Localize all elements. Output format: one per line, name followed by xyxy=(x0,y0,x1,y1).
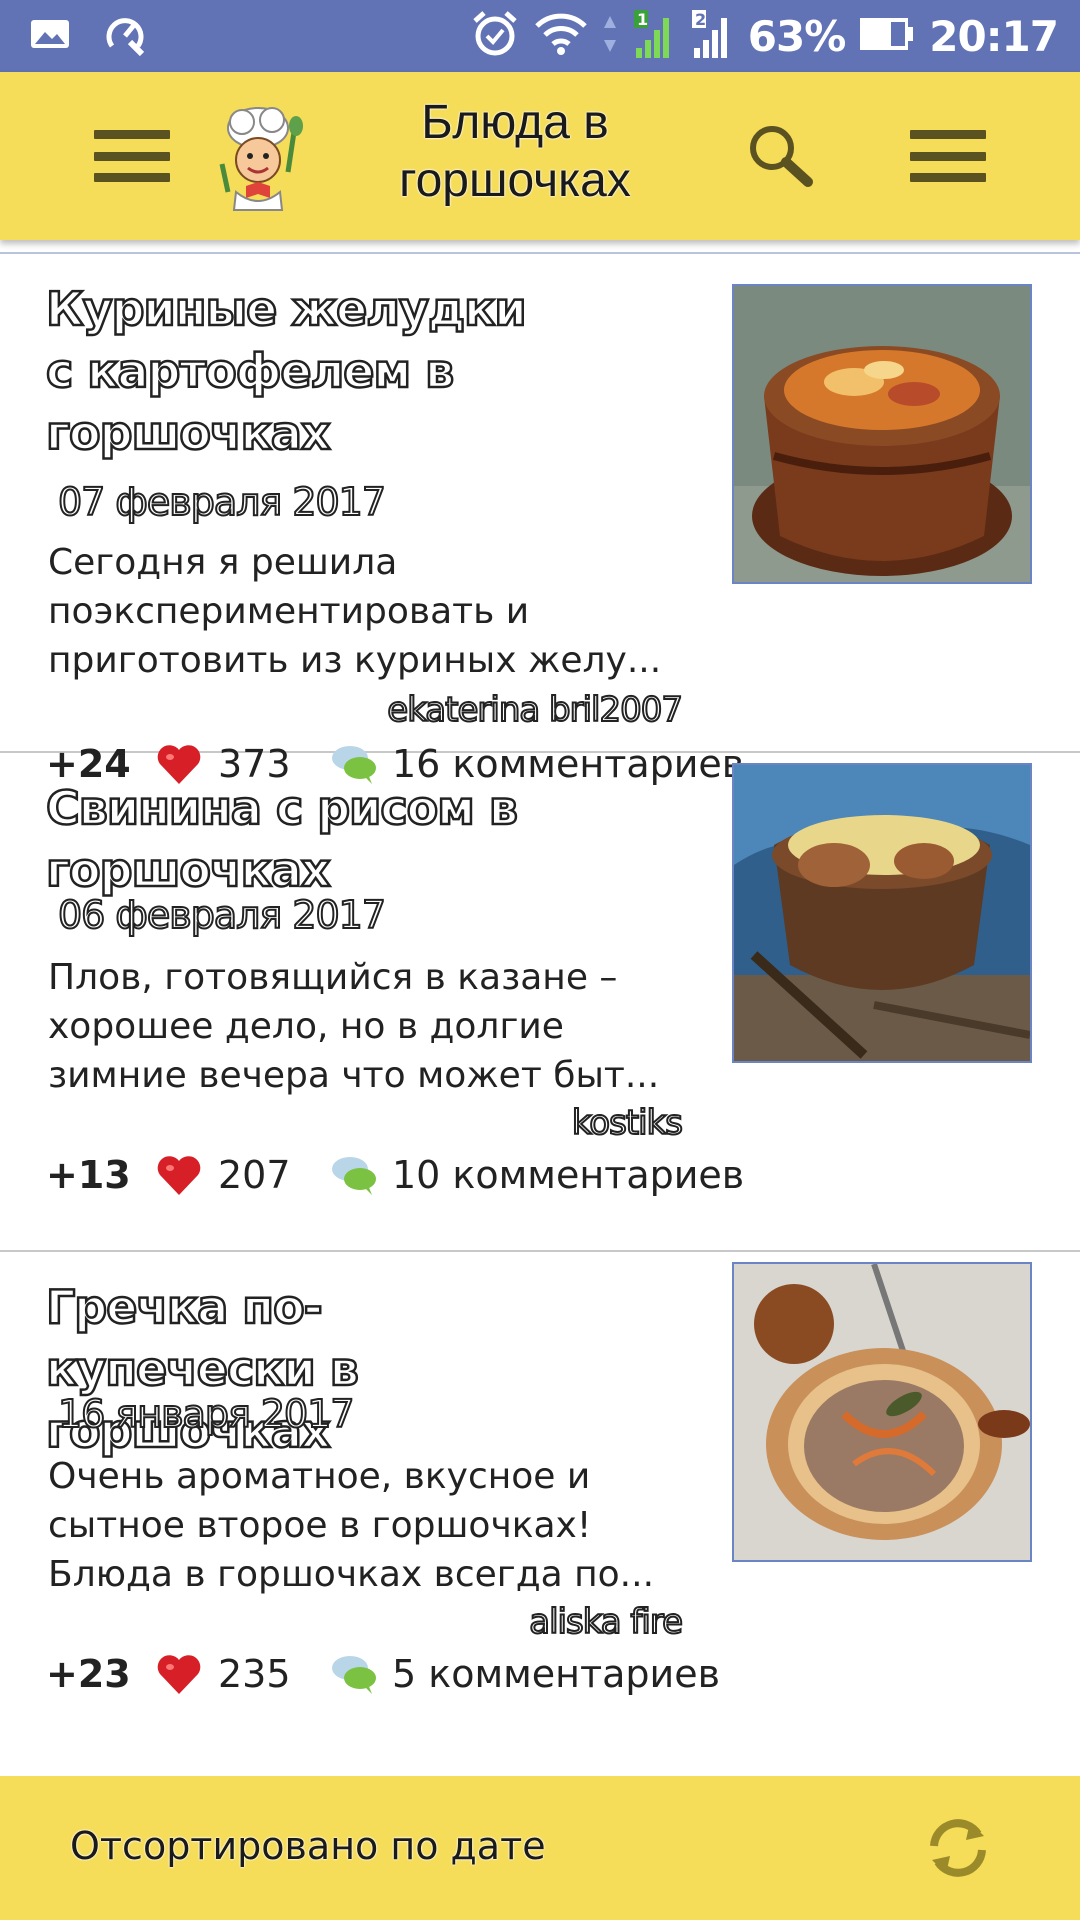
app-bar: Блюда в горшочках xyxy=(0,72,1080,240)
recipe-thumbnail[interactable] xyxy=(732,763,1032,1063)
battery-icon xyxy=(859,17,915,56)
chef-logo-icon xyxy=(212,102,312,212)
wifi-icon xyxy=(534,12,588,61)
recipe-description: Сегодня я решила поэкспериментировать и … xyxy=(48,542,662,681)
recipe-date: 06 февраля 2017 xyxy=(57,892,387,938)
recipe-author[interactable]: kostiks xyxy=(571,1102,684,1144)
refresh-icon[interactable] xyxy=(922,1812,994,1884)
recipe-card[interactable]: Гречка по-купечески в горшочках 16 январ… xyxy=(0,1252,1080,1751)
recipe-date: 07 февраля 2017 xyxy=(57,479,387,525)
recipe-thumbnail[interactable] xyxy=(732,1262,1032,1562)
search-icon[interactable] xyxy=(744,120,816,192)
recipe-author[interactable]: aliska fire xyxy=(528,1601,684,1643)
recipe-stats: +23 235 5 комментариев xyxy=(46,1652,720,1696)
recipe-list[interactable]: Куриные желудки с картофелем в горшочках… xyxy=(0,252,1080,1776)
comments-icon[interactable] xyxy=(328,1652,382,1696)
sim2-signal-icon: 2 xyxy=(690,8,734,65)
sim1-signal-icon: 1 xyxy=(632,8,676,65)
recipe-card[interactable]: Свинина с рисом в горшочках 06 февраля 2… xyxy=(0,753,1080,1252)
data-transfer-icon xyxy=(602,12,618,61)
status-bar: 1 2 63% 20:17 xyxy=(0,0,1080,72)
status-right: 1 2 63% 20:17 xyxy=(470,8,1059,65)
recipe-description: Очень ароматное, вкусное и сытное второе… xyxy=(48,1456,655,1595)
recipe-score: +23 xyxy=(46,1652,131,1696)
heart-icon[interactable] xyxy=(156,1153,202,1197)
hamburger-icon[interactable] xyxy=(94,130,170,182)
alarm-icon xyxy=(470,9,520,64)
comments-icon[interactable] xyxy=(328,1153,382,1197)
recipe-author[interactable]: ekaterina bril2007 xyxy=(386,689,684,731)
recipe-date: 16 января 2017 xyxy=(57,1391,356,1437)
recipe-title[interactable]: Куриные желудки с картофелем в горшочках xyxy=(45,278,566,464)
recipe-score: +13 xyxy=(46,1153,131,1197)
heart-icon[interactable] xyxy=(156,1652,202,1696)
recipe-description: Плов, готовящийся в казане – хорошее дел… xyxy=(48,957,660,1096)
recipe-comments[interactable]: 5 комментариев xyxy=(392,1652,720,1696)
status-left xyxy=(30,12,148,61)
recipe-stats: +13 207 10 комментариев xyxy=(46,1153,744,1197)
bottom-bar: Отсортировано по дате xyxy=(0,1776,1080,1920)
recipe-card[interactable]: Куриные желудки с картофелем в горшочках… xyxy=(0,254,1080,786)
svg-text:1: 1 xyxy=(637,10,648,29)
recipe-likes: 207 xyxy=(218,1153,291,1197)
speed-settings-icon xyxy=(104,12,148,61)
page-title: Блюда в горшочках xyxy=(399,96,631,207)
clock: 20:17 xyxy=(929,11,1059,61)
svg-text:2: 2 xyxy=(695,10,706,29)
battery-percent: 63% xyxy=(747,11,847,61)
recipe-comments[interactable]: 10 комментариев xyxy=(392,1153,744,1197)
sort-label[interactable]: Отсортировано по дате xyxy=(70,1824,546,1868)
recipe-title[interactable]: Свинина с рисом в горшочках xyxy=(45,777,566,901)
overflow-menu-icon[interactable] xyxy=(910,130,986,182)
gallery-notification-icon xyxy=(30,17,70,56)
recipe-thumbnail[interactable] xyxy=(732,284,1032,584)
recipe-likes: 235 xyxy=(218,1652,291,1696)
